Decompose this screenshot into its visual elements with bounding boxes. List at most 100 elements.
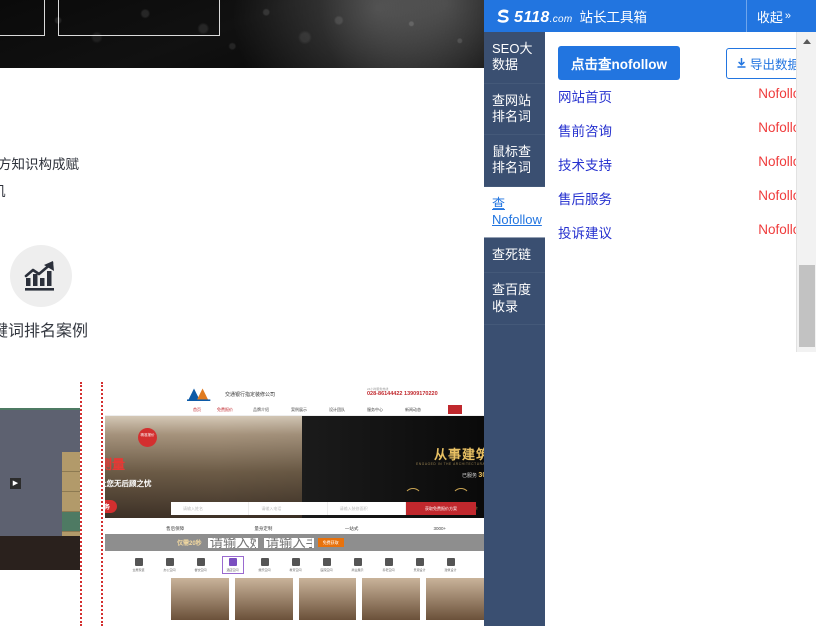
thumbnail-phone: 24小时服务热线 028-86144422 13909170220 <box>367 387 438 397</box>
case-section-title: 键词排名案例 <box>0 317 88 341</box>
side-tab-3[interactable] <box>62 492 80 512</box>
thumbnail-hero-badge: 精准报价 <box>138 428 157 447</box>
result-link-4[interactable]: 投诉建议 <box>558 222 612 242</box>
side-tab-1[interactable] <box>62 452 80 472</box>
website-thumbnail-main[interactable]: 交通银行指定装修公司 24小时服务热线 028-86144422 1390917… <box>105 382 484 626</box>
thumb-nav-item-5[interactable]: 服务中心 <box>367 407 383 413</box>
thumb-cat-2[interactable]: 餐饮空间 <box>191 558 211 572</box>
panel-header-bar: 5118.com 站长工具箱 收起 » <box>484 0 816 32</box>
sidebar-item-check-baidu-index[interactable]: 查百度收录 <box>484 273 545 325</box>
thumb-cat-4[interactable]: 娱乐空间 <box>255 558 275 572</box>
result-link-3[interactable]: 售后服务 <box>558 188 612 208</box>
sidebar-item-seo-bigdata[interactable]: SEO大数据 <box>484 32 545 84</box>
sidebar-item-mouse-ranking-words[interactable]: 鼠标查排名词 <box>484 135 545 187</box>
website-thumbnail-left[interactable]: ▶ <box>0 408 80 570</box>
search-icon[interactable] <box>448 405 462 414</box>
thumb-cat-5[interactable]: 教育空间 <box>286 558 306 572</box>
panel-logo-text: 5118.com <box>514 9 572 27</box>
thumb-cat-icon-2 <box>197 558 205 566</box>
table-row[interactable]: 售后服务 Nofollow <box>545 182 796 216</box>
thumb-form-field-phone[interactable]: 请输入电话 <box>249 502 327 515</box>
thumb-cat-icon-6 <box>323 558 331 566</box>
thumb-cat-3[interactable]: 酒店空间 <box>222 556 244 574</box>
thumb-cat-label-9: 景观设计 <box>413 568 425 572</box>
thumb-nav-item-2[interactable]: 品牌介绍 <box>253 407 269 413</box>
thumbnail-site-nav[interactable]: 首页 免费报价 品牌介绍 案例展示 设计团队 服务中心 新闻动态 <box>105 404 484 416</box>
table-row[interactable]: 投诉建议 Nofollow <box>545 216 796 250</box>
background-paragraph-1: 方知识构成赋 <box>0 155 79 175</box>
scrollbar-thumb[interactable] <box>799 265 815 347</box>
thumb-cat-label-3: 酒店空间 <box>226 568 238 572</box>
panel-brand: 5118.com 站长工具箱 <box>494 6 647 27</box>
panel-scrollbar[interactable] <box>796 32 816 352</box>
thumbnail-hero-red-text: 测量 <box>105 454 125 473</box>
side-tab-2[interactable] <box>62 472 80 492</box>
thumb-cat-6[interactable]: 医院空间 <box>317 558 337 572</box>
thumb-cat-9[interactable]: 景观设计 <box>410 558 430 572</box>
results-toolbar: 点击查nofollow 导出数据 <box>545 32 796 80</box>
thumb-gallery-item-2[interactable] <box>299 578 357 620</box>
thumb-promo-button[interactable]: 免费获取 <box>318 538 344 547</box>
thumb-gallery-item-4[interactable] <box>426 578 484 620</box>
scroll-up-arrow-icon[interactable] <box>797 32 816 50</box>
thumbnail-promo-bar[interactable]: 仅需20秒 免费获取 <box>105 534 484 551</box>
results-scroll-area: 点击查nofollow 导出数据 网站首页 Nofollow 售前咨询 Nofo… <box>545 32 796 352</box>
thumbnail-quote-form[interactable]: 请输入姓名 请输入电话 请输入装修面积 获取免费报价方案 <box>171 502 476 515</box>
thumb-cat-7[interactable]: 商业展示 <box>348 558 368 572</box>
thumb-promo-input-phone[interactable] <box>264 538 314 548</box>
result-status-1: Nofollow <box>758 120 796 135</box>
result-link-2[interactable]: 技术支持 <box>558 154 612 174</box>
thumb-nav-item-4[interactable]: 设计团队 <box>329 407 345 413</box>
result-status-0: Nofollow <box>758 86 796 101</box>
thumb-cat-label-5: 教育空间 <box>289 568 301 572</box>
thumb-form-field-name[interactable]: 请输入姓名 <box>171 502 249 515</box>
check-nofollow-button[interactable]: 点击查nofollow <box>558 46 680 80</box>
thumb-cat-8[interactable]: 养老空间 <box>379 558 399 572</box>
thumb-gallery-item-3[interactable] <box>362 578 420 620</box>
sidebar-label-5: 查百度收录 <box>492 282 531 313</box>
sidebar-item-site-ranking-words[interactable]: 查网站排名词 <box>484 84 545 136</box>
thumb-cat-1[interactable]: 办公空间 <box>160 558 180 572</box>
result-link-1[interactable]: 售前咨询 <box>558 120 612 140</box>
thumb-nav-item-6[interactable]: 新闻动态 <box>405 407 421 413</box>
side-tab-4[interactable] <box>62 512 80 532</box>
thumb-nav-item-0[interactable]: 首页 <box>193 407 201 413</box>
thumb-nav-item-3[interactable]: 案例展示 <box>291 407 307 413</box>
thumb-nav-item-1[interactable]: 免费报价 <box>217 407 233 413</box>
red-dotted-divider-right <box>101 382 103 626</box>
thumbnail-served-label: 已服务 <box>462 473 477 479</box>
sidebar-label-4: 查死链 <box>492 247 531 262</box>
thumb-gallery-item-0[interactable] <box>171 578 229 620</box>
scroll-up-triangle <box>803 39 811 44</box>
thumb-cat-label-6: 医院空间 <box>320 568 332 572</box>
thumbnail-site-logo-icon <box>185 387 217 401</box>
export-data-button[interactable]: 导出数据 <box>726 48 796 79</box>
sidebar-item-check-deadlinks[interactable]: 查死链 <box>484 238 545 273</box>
table-row[interactable]: 售前咨询 Nofollow <box>545 114 796 148</box>
thumbnail-hero-gold-subtitle: ENGAGED IN THE ARCHITECTURAL DECORATION <box>416 462 484 466</box>
thumb-form-field-area[interactable]: 请输入装修面积 <box>328 502 406 515</box>
table-row[interactable]: 网站首页 Nofollow <box>545 80 796 114</box>
table-row[interactable]: 技术支持 Nofollow <box>545 148 796 182</box>
thumb-promo-text: 仅需20秒 <box>177 538 202 547</box>
sidebar-item-check-nofollow[interactable]: 查Nofollow <box>484 187 545 239</box>
collapse-button[interactable]: 收起 » <box>746 0 798 32</box>
hero-frame-right <box>58 0 220 36</box>
sidebar-label-3: 查Nofollow <box>492 196 542 227</box>
thumb-cat-10[interactable]: 建筑设计 <box>441 558 461 572</box>
thumbnail-gallery-row[interactable] <box>105 578 484 626</box>
thumb-cat-icon-8 <box>385 558 393 566</box>
thumb-cat-label-7: 商业展示 <box>351 568 363 572</box>
download-icon <box>736 58 747 69</box>
thumb-form-submit[interactable]: 获取免费报价方案 <box>406 502 476 515</box>
thumb-gallery-item-1[interactable] <box>235 578 293 620</box>
result-link-0[interactable]: 网站首页 <box>558 86 612 106</box>
thumb-cat-label-8: 养老空间 <box>382 568 394 572</box>
thumb-promo-input-name[interactable] <box>208 538 258 548</box>
hero-banner-image <box>0 0 484 68</box>
thumb-cat-icon-10 <box>447 558 455 566</box>
thumbnail-category-icons[interactable]: 全屋家装 办公空间 餐饮空间 酒店空间 娱乐空间 教育空间 医院空间 商业展示 … <box>105 554 484 576</box>
thumbnail-company-name: 交通银行指定装修公司 <box>225 391 275 398</box>
thumb-cat-icon-9 <box>416 558 424 566</box>
thumb-cat-0[interactable]: 全屋家装 <box>129 558 149 572</box>
